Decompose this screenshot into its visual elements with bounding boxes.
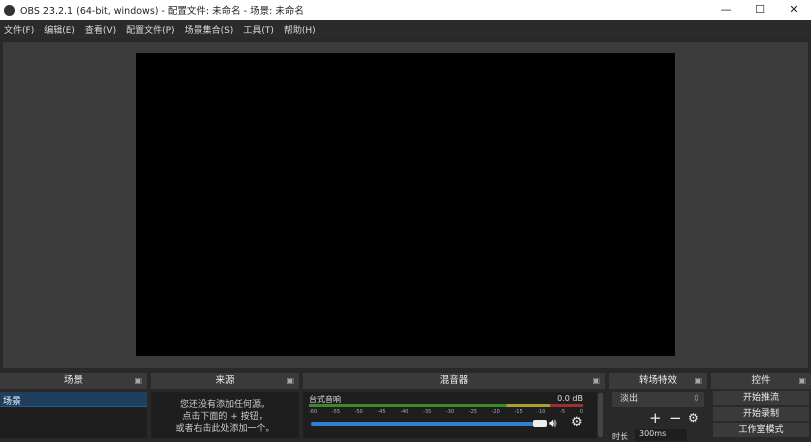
minimize-button[interactable]: —	[709, 0, 743, 20]
tick-label: -55	[331, 409, 340, 415]
float-icon[interactable]: ▣	[694, 373, 702, 389]
mixer-title: 混音器	[439, 375, 469, 386]
mixer-scrollbar[interactable]	[598, 393, 603, 437]
tick-label: -10	[537, 409, 546, 415]
tick-label: -30	[445, 409, 455, 415]
tick-label: -20	[491, 409, 500, 415]
preview-canvas[interactable]	[136, 53, 675, 356]
tick-label: -35	[423, 409, 432, 415]
tick-label: -25	[468, 409, 477, 415]
transitions-title: 转场特效	[638, 375, 677, 386]
volume-slider[interactable]	[311, 422, 541, 426]
tick-label: -40	[400, 409, 409, 415]
controls-dock: 控件 ▣ 开始推流 开始录制 工作室模式	[711, 373, 811, 438]
duration-label: 时长	[612, 432, 628, 441]
menu-bar: 文件(F) 编辑(E) 查看(V) 配置文件(P) 场景集合(S) 工具(T) …	[0, 20, 811, 38]
menu-help[interactable]: 帮助(H)	[284, 23, 316, 36]
empty-hint-line: 或者右击此处添加一个。	[175, 424, 275, 434]
mixer-dock: 混音器 ▣ 台式音响 0.0 dB -60 -55 -50 -45 -40 -35 -30 -2…	[303, 373, 605, 438]
transitions-dock: 转场特效 ▣ 淡出 ⇕ + − ⚙ 时长 300ms	[609, 373, 707, 441]
empty-hint-line: 您还没有添加任何源。	[179, 400, 270, 410]
sources-title: 来源	[215, 375, 235, 386]
float-icon[interactable]: ▣	[798, 373, 806, 389]
studio-mode-button[interactable]: 工作室模式	[713, 423, 809, 437]
menu-profile[interactable]: 配置文件(P)	[126, 23, 174, 36]
add-transition-button[interactable]: +	[649, 409, 662, 427]
tick-label: -45	[377, 409, 386, 415]
sources-dock: 来源 ▣ 您还没有添加任何源。 点击下面的 + 按钮， 或者右击此处添加一个。	[151, 373, 299, 438]
meter-ticks: -60 -55 -50 -45 -40 -35 -30 -25 -20 -15 -10 -5 0	[309, 409, 583, 415]
sources-list[interactable]: 您还没有添加任何源。 点击下面的 + 按钮， 或者右击此处添加一个。	[151, 392, 299, 438]
channel-level: 0.0 dB	[557, 394, 583, 403]
float-icon[interactable]: ▣	[286, 373, 294, 389]
spinner-icon: ⇕	[692, 394, 700, 404]
scene-item[interactable]: 场景	[0, 392, 147, 407]
tick-label: -5	[560, 409, 566, 415]
transition-select[interactable]: 淡出 ⇕	[612, 392, 704, 407]
window-title: OBS 23.2.1 (64-bit, windows) - 配置文件: 未命名…	[20, 6, 304, 17]
preview-area	[3, 42, 808, 368]
transition-settings-icon[interactable]: ⚙	[688, 411, 699, 425]
menu-tools[interactable]: 工具(T)	[243, 23, 274, 36]
start-recording-button[interactable]: 开始录制	[713, 407, 809, 421]
menu-view[interactable]: 查看(V)	[85, 23, 116, 36]
duration-input[interactable]: 300ms	[635, 429, 687, 441]
transition-selected: 淡出	[620, 394, 639, 404]
maximize-button[interactable]: ☐	[743, 0, 777, 20]
remove-transition-button[interactable]: −	[669, 409, 682, 427]
speaker-icon[interactable]: 🔊︎	[549, 416, 557, 431]
tick-label: -60	[309, 409, 318, 415]
empty-hint-line: 点击下面的 + 按钮，	[182, 412, 268, 422]
menu-edit[interactable]: 编辑(E)	[44, 23, 75, 36]
tick-label: -15	[514, 409, 523, 415]
float-icon[interactable]: ▣	[592, 373, 600, 389]
controls-title: 控件	[751, 375, 771, 386]
menu-scene-collection[interactable]: 场景集合(S)	[185, 23, 234, 36]
obs-logo-icon	[4, 4, 15, 16]
scenes-title: 场景	[63, 375, 83, 386]
title-bar: OBS 23.2.1 (64-bit, windows) - 配置文件: 未命名…	[0, 0, 811, 20]
start-streaming-button[interactable]: 开始推流	[713, 391, 809, 405]
volume-meter	[309, 404, 583, 407]
volume-slider-handle[interactable]	[533, 420, 547, 427]
menu-file[interactable]: 文件(F)	[4, 23, 34, 36]
float-icon[interactable]: ▣	[134, 373, 142, 389]
scenes-dock: 场景 ▣ 场景	[0, 373, 147, 438]
close-button[interactable]: ✕	[777, 0, 811, 20]
tick-label: -50	[354, 409, 363, 415]
gear-icon[interactable]: ⚙	[571, 415, 583, 430]
